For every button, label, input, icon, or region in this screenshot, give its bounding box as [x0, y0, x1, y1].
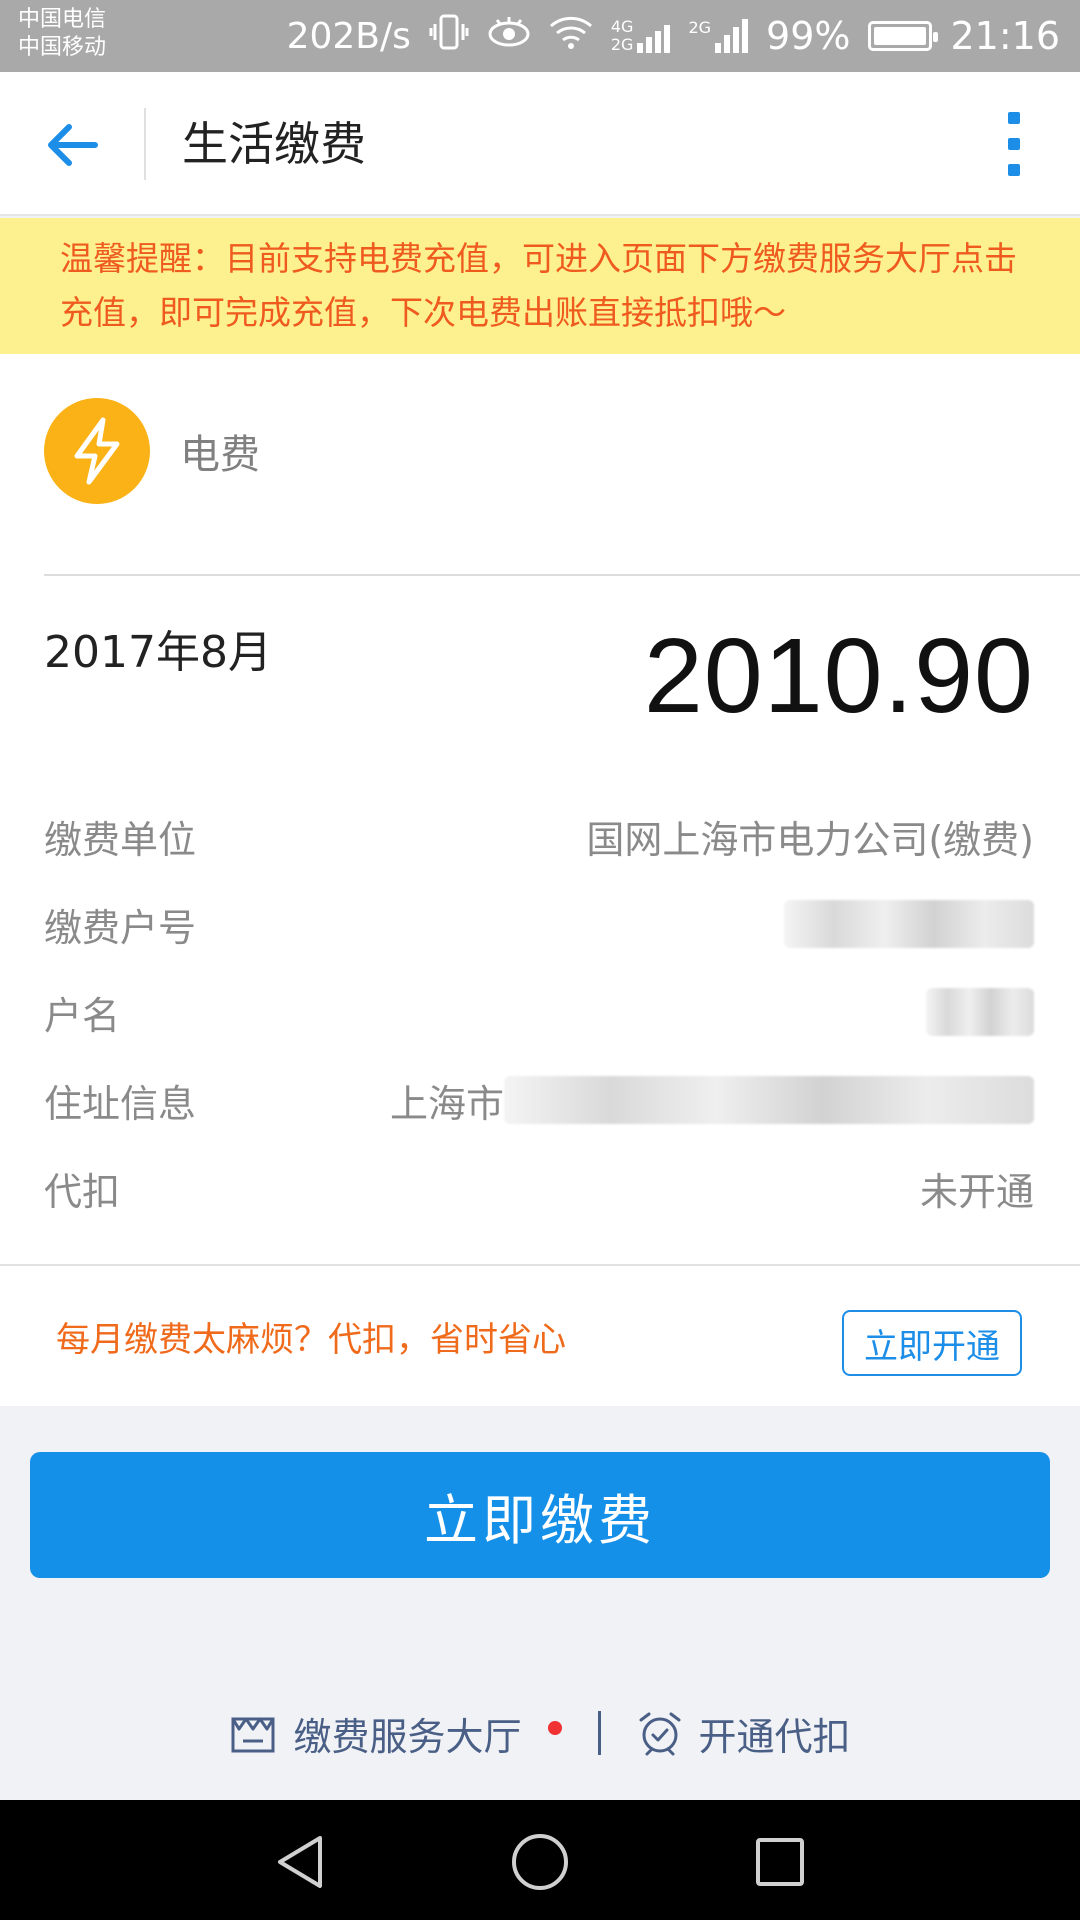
info-row-auto-deduct: 代扣 未开通 [44, 1158, 1034, 1218]
more-dot-icon [1008, 112, 1020, 124]
nav-recents-button[interactable] [748, 1830, 812, 1894]
info-label: 代扣 [44, 1169, 121, 1214]
bill-type: 电费 [44, 398, 260, 504]
info-label: 缴费单位 [44, 817, 197, 862]
nav-home-button[interactable] [508, 1830, 572, 1894]
back-arrow-icon [48, 124, 98, 166]
link-separator [597, 1711, 601, 1755]
info-row-payee: 缴费单位 国网上海市电力公司(缴费) [44, 806, 1034, 866]
info-label: 户名 [44, 993, 121, 1038]
service-hall-label: 缴费服务大厅 [293, 1714, 522, 1759]
notification-dot [547, 1721, 562, 1735]
more-dot-icon [1008, 164, 1020, 176]
circle-home-icon [512, 1834, 568, 1890]
vibrate-icon [429, 12, 469, 61]
header-divider [144, 108, 146, 180]
battery-percent: 99% [766, 14, 851, 58]
app-header: 生活缴费 [0, 72, 1080, 216]
eye-icon [487, 14, 531, 59]
bill-type-label: 电费 [180, 432, 260, 478]
status-icons: 202B/s 4G 2G 2G 99% 21:16 [287, 0, 1060, 72]
pay-now-button[interactable]: 立即缴费 [30, 1452, 1050, 1578]
network-label-2g: 2G [610, 35, 634, 54]
square-recents-icon [756, 1838, 804, 1886]
redacted-account-name [926, 988, 1034, 1036]
auto-deduct-promo: 每月缴费太麻烦？代扣，省时省心 [56, 1320, 566, 1360]
divider [44, 574, 1080, 576]
status-bar: 中国电信 中国移动 202B/s 4G 2G 2G 99% 21:16 [0, 0, 1080, 72]
notice-banner: 温馨提醒：目前支持电费充值，可进入页面下方缴费服务大厅点击充值，即可完成充值，下… [0, 218, 1080, 354]
info-row-address: 住址信息 上海市 [44, 1070, 1034, 1130]
page-title: 生活缴费 [182, 117, 366, 171]
signal-4g-icon: 4G 2G [611, 18, 671, 54]
auto-deduct-link[interactable]: 开通代扣 [637, 1706, 851, 1761]
battery-icon [868, 21, 939, 51]
address-value: 上海市 [390, 1073, 1034, 1128]
bill-month: 2017年8月 [44, 627, 272, 678]
system-nav-bar [0, 1800, 1080, 1920]
nav-back-button[interactable] [268, 1830, 332, 1894]
bill-card: 电费 2017年8月 2010.90 缴费单位 国网上海市电力公司(缴费) 缴费… [0, 354, 1080, 1406]
redacted-account-number [784, 900, 1034, 948]
clock: 21:16 [950, 14, 1060, 58]
enable-auto-deduct-button[interactable]: 立即开通 [842, 1310, 1022, 1376]
address-text: 上海市 [389, 1081, 504, 1126]
network-label-4g: 4G [610, 17, 634, 36]
info-row-account-name: 户名 [44, 982, 1034, 1042]
net-speed: 202B/s [286, 15, 411, 57]
carrier-2: 中国移动 [18, 35, 107, 60]
electricity-icon [44, 398, 150, 504]
wifi-icon [549, 14, 593, 59]
auto-deduct-status: 未开通 [919, 1169, 1034, 1214]
network-label-2g-second: 2G [688, 18, 712, 37]
divider [0, 1264, 1080, 1266]
info-label: 缴费户号 [44, 905, 197, 950]
redacted-address [504, 1076, 1034, 1124]
info-row-account-number: 缴费户号 [44, 894, 1034, 954]
auto-deduct-label: 开通代扣 [698, 1714, 851, 1759]
alarm-clock-icon [639, 1712, 680, 1756]
carrier-info: 中国电信 中国移动 [18, 6, 106, 62]
info-value: 国网上海市电力公司(缴费) [586, 817, 1034, 862]
back-button[interactable] [38, 110, 108, 180]
carrier-1: 中国电信 [18, 7, 107, 32]
service-hall-link[interactable]: 缴费服务大厅 [229, 1706, 562, 1761]
more-menu-button[interactable] [994, 112, 1034, 176]
more-dot-icon [1008, 138, 1020, 150]
signal-2g-icon: 2G [688, 18, 749, 53]
bottom-links: 缴费服务大厅 开通代扣 [0, 1690, 1080, 1776]
service-hall-icon [231, 1717, 275, 1753]
info-label: 住址信息 [44, 1081, 197, 1126]
triangle-back-icon [278, 1836, 322, 1888]
bill-amount: 2010.90 [643, 617, 1034, 735]
